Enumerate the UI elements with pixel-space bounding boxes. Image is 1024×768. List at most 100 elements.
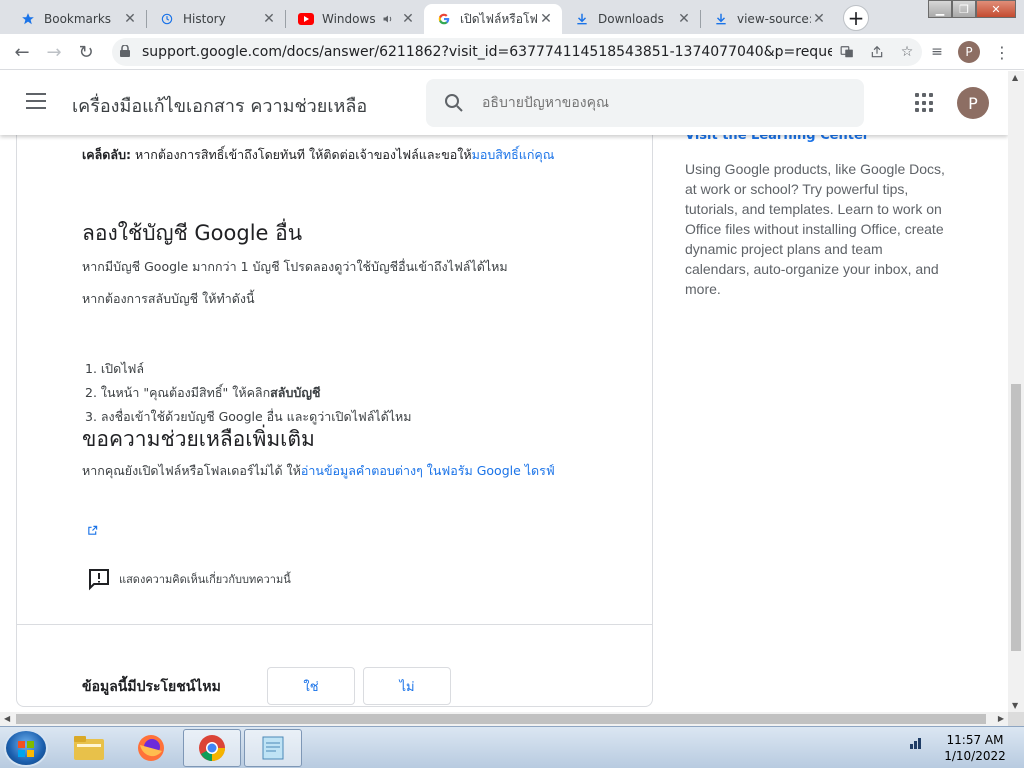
grant-access-link[interactable]: มอบสิทธิ์แก่คุณ [472, 147, 555, 162]
tip-paragraph: เคล็ดลับ: หากต้องการสิทธิ์เข้าถึงโดยทันท… [82, 145, 602, 165]
scrollbar-corner [1008, 712, 1024, 726]
scroll-up-icon[interactable]: ▲ [1012, 73, 1018, 82]
horizontal-scrollbar[interactable]: ◀ ▶ [0, 712, 1008, 726]
external-link-icon[interactable] [87, 525, 98, 539]
helpful-no-button[interactable]: ไม่ [363, 667, 451, 705]
tab-bookmarks[interactable]: Bookmarks ✕ [8, 4, 146, 34]
forum-link[interactable]: อ่านข้อมูลคำตอบต่างๆ ในฟอรัม Google ไดรฟ… [301, 463, 555, 478]
tab-title: view-source:c [737, 12, 811, 26]
close-icon[interactable]: ✕ [676, 11, 692, 27]
chrome-icon [199, 735, 225, 761]
taskbar-firefox[interactable] [122, 729, 180, 767]
scroll-thumb[interactable] [16, 714, 986, 724]
apps-grid-icon[interactable] [915, 93, 935, 113]
tab-title: Downloads [598, 12, 664, 26]
search-icon [445, 94, 463, 112]
help-text: หากคุณยังเปิดไฟล์หรือโฟลเดอร์ไม่ได้ ให้ [82, 463, 301, 478]
network-tray-icon[interactable] [910, 735, 924, 753]
back-arrow-icon: ← [14, 41, 30, 63]
clock-time: 11:57 AM [946, 733, 1004, 747]
tab-title: เปิดไฟล์หรือโฟลเ [460, 11, 538, 26]
browser-toolbar: ← → ↻ support.google.com/docs/answer/621… [0, 34, 1024, 70]
minimize-button[interactable]: ▁ [928, 0, 952, 18]
search-input[interactable] [482, 95, 842, 111]
section-paragraph: หากมีบัญชี Google มากกว่า 1 บัญชี โปรดลอ… [82, 259, 508, 274]
tab-youtube[interactable]: Windows ✕ [286, 4, 424, 34]
tip-text: หากต้องการสิทธิ์เข้าถึงโดยทันที ให้ติดต่… [131, 147, 472, 162]
forward-button[interactable]: → [42, 40, 66, 64]
article-card: เคล็ดลับ: หากต้องการสิทธิ์เข้าถึงโดยทันท… [16, 111, 653, 707]
star-icon [20, 11, 36, 27]
profile-avatar[interactable]: P [958, 41, 980, 63]
file-explorer-icon [74, 736, 104, 760]
close-window-button[interactable]: ✕ [976, 0, 1016, 18]
tab-strip: Bookmarks ✕ History ✕ Windows ✕ เปิดไฟล์… [0, 0, 1024, 34]
window-controls: ▁ ❐ ✕ [928, 0, 1016, 18]
helpful-yes-button[interactable]: ใช่ [267, 667, 355, 705]
new-tab-button[interactable]: + [843, 5, 869, 31]
account-avatar[interactable]: P [957, 87, 989, 119]
share-icon[interactable] [862, 45, 892, 59]
close-icon[interactable]: ✕ [538, 11, 554, 27]
vertical-scrollbar[interactable]: ▲ ▼ [1008, 71, 1024, 712]
close-icon[interactable]: ✕ [122, 11, 138, 27]
section-heading-more-help: ขอความช่วยเหลือเพิ่มเติม [82, 427, 315, 451]
step-bold-text: สลับบัญชี [270, 385, 321, 400]
steps-list: 1. เปิดไฟล์ 2. ในหน้า "คุณต้องมีสิทธิ์" … [85, 359, 412, 431]
reload-icon: ↻ [78, 41, 94, 63]
tab-title: Windows [322, 12, 376, 26]
close-icon[interactable]: ✕ [261, 11, 277, 27]
translate-icon[interactable] [832, 45, 862, 59]
hamburger-menu-icon[interactable] [26, 93, 46, 114]
help-search-box[interactable] [426, 79, 864, 127]
lock-icon [120, 43, 136, 60]
start-button[interactable] [4, 729, 48, 767]
google-icon [436, 11, 452, 27]
speaker-icon[interactable] [380, 11, 396, 27]
taskbar-file-explorer[interactable] [60, 729, 118, 767]
menu-kebab-icon[interactable]: ⋮ [992, 40, 1012, 64]
youtube-icon [298, 11, 314, 27]
feedback-text: แสดงความคิดเห็นเกี่ยวกับบทความนี้ [119, 573, 291, 586]
divider [17, 624, 652, 625]
taskbar-notepad[interactable] [244, 729, 302, 767]
list-item: 2. ในหน้า "คุณต้องมีสิทธิ์" ให้คลิกสลับบ… [85, 383, 412, 407]
plus-icon: + [847, 6, 865, 30]
scroll-right-icon[interactable]: ▶ [998, 714, 1004, 723]
page-viewport: เครื่องมือแก้ไขเอกสาร ความช่วยเหลือ P เค… [0, 71, 1008, 712]
section-paragraph: หากคุณยังเปิดไฟล์หรือโฟลเดอร์ไม่ได้ ให้อ… [82, 461, 555, 481]
section-paragraph: หากต้องการสลับบัญชี ให้ทำดังนี้ [82, 291, 255, 306]
feedback-icon [89, 569, 109, 591]
helpful-question: ข้อมูลนี้มีประโยชน์ไหม [82, 679, 221, 695]
step-text: 2. ในหน้า "คุณต้องมีสิทธิ์" ให้คลิก [85, 385, 271, 400]
system-clock[interactable]: 11:57 AM 1/10/2022 [935, 732, 1015, 764]
feedback-link[interactable]: แสดงความคิดเห็นเกี่ยวกับบทความนี้ [87, 567, 291, 591]
list-item: 1. เปิดไฟล์ [85, 361, 145, 376]
site-title[interactable]: เครื่องมือแก้ไขเอกสาร ความช่วยเหลือ [72, 91, 367, 120]
tab-title: History [183, 12, 226, 26]
maximize-button[interactable]: ❐ [952, 0, 976, 18]
windows-logo-icon [18, 741, 34, 757]
taskbar-chrome[interactable] [183, 729, 241, 767]
address-bar[interactable]: support.google.com/docs/answer/6211862?v… [112, 38, 922, 66]
clock-date: 1/10/2022 [944, 749, 1006, 763]
back-button[interactable]: ← [10, 40, 34, 64]
firefox-icon [138, 735, 164, 761]
bookmark-star-icon[interactable]: ☆ [892, 44, 922, 60]
tab-title: Bookmarks [44, 12, 112, 26]
tab-view-source[interactable]: view-source:c ✕ [701, 4, 835, 34]
url-text: support.google.com/docs/answer/6211862?v… [142, 44, 832, 60]
download-icon [574, 11, 590, 27]
tab-history[interactable]: History ✕ [147, 4, 285, 34]
tab-google-support[interactable]: เปิดไฟล์หรือโฟลเ ✕ [424, 4, 562, 34]
scroll-left-icon[interactable]: ◀ [4, 714, 10, 723]
scroll-thumb[interactable] [1011, 384, 1021, 651]
scroll-down-icon[interactable]: ▼ [1012, 701, 1018, 710]
reload-button[interactable]: ↻ [74, 40, 98, 64]
download-icon [713, 11, 729, 27]
reading-list-icon[interactable]: ≡ [925, 40, 949, 64]
close-icon[interactable]: ✕ [400, 11, 416, 27]
tab-downloads[interactable]: Downloads ✕ [562, 4, 700, 34]
site-header: เครื่องมือแก้ไขเอกสาร ความช่วยเหลือ P [0, 71, 1008, 135]
close-icon[interactable]: ✕ [811, 11, 827, 27]
